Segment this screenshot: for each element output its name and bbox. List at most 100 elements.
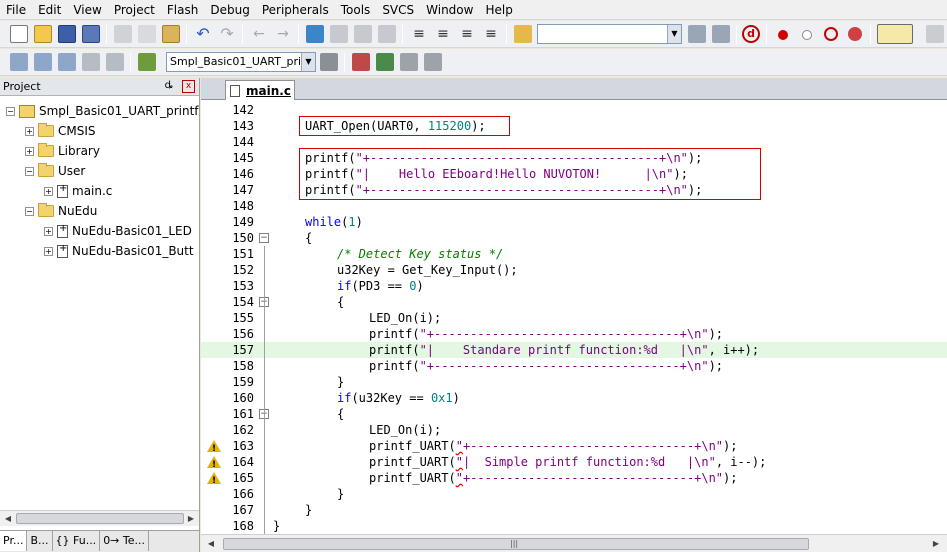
find-in-files-icon[interactable]	[514, 25, 532, 43]
code-line[interactable]: 165 printf_UART("+-----------------------…	[201, 470, 947, 489]
close-icon[interactable]: x	[182, 80, 195, 93]
code-line[interactable]: 168}	[201, 518, 947, 534]
manage-rte-icon[interactable]	[400, 53, 418, 71]
download-icon[interactable]	[138, 53, 156, 71]
select-packs-icon[interactable]	[376, 53, 394, 71]
code-line[interactable]: 152 u32Key = Get_Key_Input();	[201, 262, 947, 278]
unindent-icon[interactable]: ≡	[434, 25, 452, 43]
insert-bookmark-icon[interactable]	[306, 25, 324, 43]
scroll-left-icon[interactable]: ◀	[2, 513, 14, 525]
cut-icon[interactable]	[114, 25, 132, 43]
kill-all-breakpoints-icon[interactable]	[848, 27, 862, 41]
stop-build-icon[interactable]	[106, 53, 124, 71]
batch-build-icon[interactable]	[82, 53, 100, 71]
manage-components-icon[interactable]	[352, 53, 370, 71]
prev-bookmark-icon[interactable]	[330, 25, 348, 43]
pin-icon[interactable]: ȡ	[165, 80, 173, 91]
tree-item-nuedu-button[interactable]: + NuEdu-Basic01_Butt	[44, 242, 194, 260]
tree-item-nuedu[interactable]: − NuEdu	[25, 202, 97, 220]
code-line[interactable]: 159}	[201, 374, 947, 390]
tree-item-library[interactable]: + Library	[25, 142, 100, 160]
undo-icon[interactable]: ↶	[194, 25, 212, 43]
code-line[interactable]: 155 LED_On(i);	[201, 310, 947, 326]
expand-icon[interactable]: +	[44, 186, 53, 196]
code-line[interactable]: 163 printf_UART("+-----------------------…	[201, 438, 947, 457]
target-select[interactable]: Smpl_Basic01_UART_prin ▼	[166, 52, 316, 72]
incremental-find-icon[interactable]	[688, 25, 706, 43]
open-folder-icon[interactable]	[34, 25, 52, 43]
scroll-right-icon[interactable]: ▶	[185, 513, 197, 525]
code-line[interactable]: 149 while(1)	[201, 214, 947, 230]
menu-help[interactable]: Help	[479, 1, 518, 19]
code-line[interactable]: 148	[201, 198, 947, 214]
clear-bookmarks-icon[interactable]	[378, 25, 396, 43]
save-all-icon[interactable]	[82, 25, 100, 43]
fold-collapse-icon[interactable]: −	[259, 233, 269, 243]
target-options-icon[interactable]	[320, 53, 338, 71]
code-line[interactable]: 161−{	[201, 406, 947, 422]
tree-item-project-root[interactable]: − Smpl_Basic01_UART_printf	[6, 102, 199, 120]
code-line[interactable]: 160 if(u32Key == 0x1)	[201, 390, 947, 406]
expand-icon[interactable]: +	[44, 246, 53, 256]
find-icon[interactable]	[712, 25, 730, 43]
expand-icon[interactable]: +	[25, 126, 34, 136]
code-line[interactable]: 167}	[201, 502, 947, 518]
translate-icon[interactable]	[10, 53, 28, 71]
debug-session-icon[interactable]: d	[742, 25, 760, 43]
scroll-thumb[interactable]: |||	[223, 538, 809, 550]
expand-icon[interactable]: +	[25, 146, 34, 156]
code-line[interactable]: 150− {	[201, 230, 947, 246]
menu-file[interactable]: File	[0, 1, 32, 19]
code-line[interactable]: 158 printf("+----------------------------…	[201, 358, 947, 374]
menu-peripherals[interactable]: Peripherals	[256, 1, 335, 19]
menu-flash[interactable]: Flash	[161, 1, 204, 19]
redo-icon[interactable]: ↷	[218, 25, 236, 43]
save-icon[interactable]	[58, 25, 76, 43]
menu-tools[interactable]: Tools	[335, 1, 377, 19]
nav-back-icon[interactable]: ←	[250, 25, 268, 43]
tab-main-c[interactable]: main.c	[225, 80, 295, 100]
code-line[interactable]: 151 /* Detect Key status */	[201, 246, 947, 262]
disable-all-breakpoints-icon[interactable]	[824, 27, 838, 41]
window-layout-button[interactable]	[877, 24, 913, 44]
project-horizontal-scrollbar[interactable]: ◀ ▶	[0, 510, 199, 526]
tab-project[interactable]: Pr...	[0, 531, 28, 551]
code-line[interactable]: 153 if(PD3 == 0)	[201, 278, 947, 294]
code-editor[interactable]: 142 143 UART_Open(UART0, 115200); 144 145 pri…	[201, 101, 947, 534]
expand-icon[interactable]: +	[44, 226, 53, 236]
menu-edit[interactable]: Edit	[32, 1, 67, 19]
code-line[interactable]: 164 printf_UART("| Simple printf function…	[201, 454, 947, 473]
menu-svcs[interactable]: SVCS	[376, 1, 420, 19]
target-select-chevron-down-icon[interactable]: ▼	[301, 53, 315, 71]
editor-horizontal-scrollbar[interactable]: ◀ ||| ▶	[201, 534, 947, 552]
insert-breakpoint-icon[interactable]	[778, 30, 788, 40]
nav-forward-icon[interactable]: →	[274, 25, 292, 43]
indent-icon[interactable]: ≡	[410, 25, 428, 43]
tree-item-cmsis[interactable]: + CMSIS	[25, 122, 96, 140]
collapse-icon[interactable]: −	[25, 166, 34, 176]
pack-installer-icon[interactable]	[424, 53, 442, 71]
collapse-icon[interactable]: −	[6, 106, 15, 116]
next-bookmark-icon[interactable]	[354, 25, 372, 43]
rebuild-icon[interactable]	[58, 53, 76, 71]
tab-functions[interactable]: {} Fu...	[53, 531, 101, 551]
build-icon[interactable]	[34, 53, 52, 71]
scroll-thumb[interactable]	[16, 513, 184, 524]
menu-project[interactable]: Project	[108, 1, 161, 19]
scroll-left-icon[interactable]: ◀	[204, 538, 218, 550]
menu-view[interactable]: View	[67, 1, 107, 19]
collapse-icon[interactable]: −	[25, 206, 34, 216]
enable-breakpoint-icon[interactable]	[802, 30, 812, 40]
uncomment-icon[interactable]: ≡	[482, 25, 500, 43]
configure-icon[interactable]	[926, 25, 944, 43]
code-line[interactable]: 162 LED_On(i);	[201, 422, 947, 438]
menu-debug[interactable]: Debug	[204, 1, 255, 19]
copy-icon[interactable]	[138, 25, 156, 43]
paste-icon[interactable]	[162, 25, 180, 43]
comment-icon[interactable]: ≡	[458, 25, 476, 43]
tab-templates[interactable]: 0→ Te...	[100, 531, 150, 551]
scroll-right-icon[interactable]: ▶	[929, 538, 943, 550]
code-line[interactable]: 156 printf("+----------------------------…	[201, 326, 947, 342]
tree-item-main-c[interactable]: + main.c	[44, 182, 112, 200]
menu-window[interactable]: Window	[420, 1, 479, 19]
